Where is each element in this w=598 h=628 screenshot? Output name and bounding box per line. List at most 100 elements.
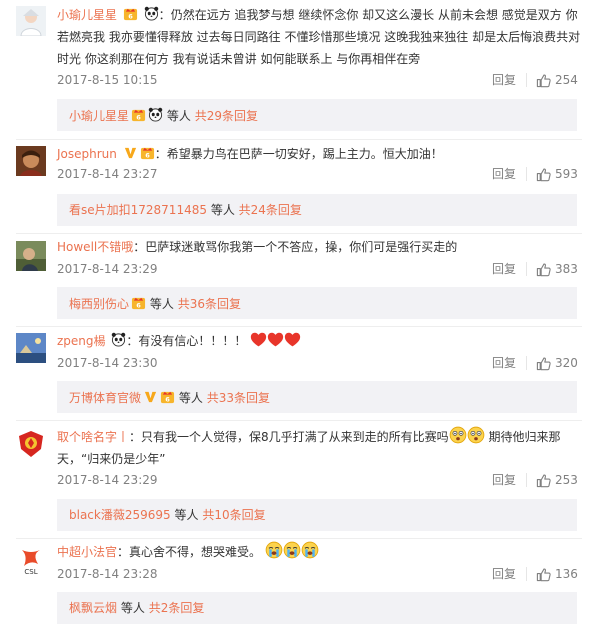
sub-reply-others: 等人 [149,297,174,311]
cry-emoji [283,541,301,559]
avatar[interactable] [16,146,46,176]
comment-separator: ： [133,240,146,254]
sub-reply-count[interactable]: 共2条回复 [149,601,205,615]
comment-text: 希望暴力鸟在巴萨一切安好，踢上主力。恒大加油！ [166,147,443,161]
comment-divider [16,420,582,421]
reply-button[interactable]: 回复 [492,72,516,88]
comment-body: Josephrun ：希望暴力鸟在巴萨一切安好，踢上主力。恒大加油！ [57,143,582,165]
like-button[interactable]: 593 [536,166,578,182]
like-button[interactable]: 320 [536,355,578,371]
comment-text: 巴萨球迷敢骂你我第一个不答应，操，你们可是强行买走的 [145,240,458,254]
sub-replies[interactable]: 小瑜儿星星 等人 共29条回复 [57,99,577,131]
comment-text: 有没有信心！！！！ [138,334,247,348]
cry-emoji [265,541,283,559]
like-count: 253 [555,473,578,487]
sub-reply-others: 等人 [210,203,235,217]
comment-separator: ： [126,334,139,348]
comment-body: 小瑜儿星星 ：仍然在远方 追我梦与想 继续怀念你 却又这么漫长 从前未会想 感觉… [57,4,582,70]
sub-reply-user[interactable]: black潘薇259695 [69,508,171,522]
comment-username[interactable]: 小瑜儿星星 [57,8,117,22]
vip-badge-icon[interactable] [123,6,138,21]
verified-v-icon[interactable] [123,145,138,160]
sub-replies[interactable]: 枫飘云烟 等人 共2条回复 [57,592,577,624]
comment-divider [16,233,582,234]
comment-body: 中超小法官：真心舍不得，想哭难受。 [57,541,582,563]
heart-emoji [267,331,284,348]
like-count: 136 [555,567,578,581]
comment-body: Howell不错哦：巴萨球迷敢骂你我第一个不答应，操，你们可是强行买走的 [57,236,582,258]
like-button[interactable]: 253 [536,472,578,488]
like-button[interactable]: 383 [536,261,578,277]
sub-reply-user[interactable]: 小瑜儿星星 [69,109,129,123]
vip-badge-icon[interactable] [140,145,155,160]
sub-replies[interactable]: 梅西别伤心 等人 共36条回复 [57,287,577,319]
like-button[interactable]: 136 [536,566,578,582]
comment-time: 2017-8-14 23:29 [57,262,158,276]
avatar[interactable] [16,241,46,271]
comment-username[interactable]: Josephrun [57,147,117,161]
reply-button[interactable]: 回复 [492,261,516,277]
panda-emoji [111,332,126,347]
sub-reply-count[interactable]: 共36条回复 [178,297,241,311]
avatar[interactable] [16,429,46,459]
action-divider [526,356,527,370]
sub-replies[interactable]: black潘薇259695 等人 共10条回复 [57,499,577,531]
cry-emoji [301,541,319,559]
sub-reply-count[interactable]: 共29条回复 [195,109,258,123]
comment-time: 2017-8-14 23:28 [57,567,158,581]
verified-v-icon [143,389,158,404]
sub-reply-others: 等人 [174,508,199,522]
sub-reply-user[interactable]: 万博体育官微 [69,391,141,405]
panda-emoji [144,6,159,21]
sub-replies[interactable]: 万博体育官微 等人 共33条回复 [57,381,577,413]
thumb-up-icon [536,567,551,582]
sub-replies[interactable]: 看se片加扣1728711485 等人 共24条回复 [57,194,577,226]
avatar[interactable]: CSL [16,546,46,576]
thumb-up-icon [536,167,551,182]
action-divider [526,567,527,581]
thumb-up-icon [536,73,551,88]
vip-badge-icon [160,389,175,404]
heart-emoji [284,331,301,348]
comment-username[interactable]: 中超小法官 [57,545,117,559]
sub-reply-user[interactable]: 看se片加扣1728711485 [69,203,207,217]
avatar[interactable] [16,6,46,36]
comment-body: zpeng楊 ：有没有信心！！！！ [57,330,582,352]
comment-username[interactable]: zpeng楊 [57,334,106,348]
like-count: 593 [555,167,578,181]
like-button[interactable]: 254 [536,72,578,88]
sub-reply-user[interactable]: 枫飘云烟 [69,601,117,615]
thumb-up-icon [536,356,551,371]
comment-time: 2017-8-14 23:27 [57,167,158,181]
thumb-up-icon [536,473,551,488]
reply-button[interactable]: 回复 [492,166,516,182]
avatar[interactable] [16,333,46,363]
vip-badge-icon [131,295,146,310]
shock-emoji [449,426,467,444]
thumb-up-icon [536,262,551,277]
comment-separator: ： [154,147,167,161]
sub-reply-count[interactable]: 共33条回复 [207,391,270,405]
sub-reply-count[interactable]: 共10条回复 [202,508,265,522]
comment-separator: ： [129,430,142,444]
shock-emoji [467,426,485,444]
reply-button[interactable]: 回复 [492,355,516,371]
like-count: 320 [555,356,578,370]
reply-button[interactable]: 回复 [492,472,516,488]
vip-badge-icon [131,107,146,122]
comment-separator: ： [117,545,130,559]
comment-username[interactable]: 取个啥名字丨 [57,430,129,444]
comment-time: 2017-8-14 23:30 [57,356,158,370]
comment-divider [16,538,582,539]
comment-text: 真心舍不得，想哭难受。 [129,545,262,559]
comment-body: 取个啥名字丨：只有我一个人觉得，保8几乎打满了从来到走的所有比赛吗 期待他归来那… [57,426,582,470]
reply-button[interactable]: 回复 [492,566,516,582]
sub-reply-user[interactable]: 梅西别伤心 [69,297,129,311]
sub-reply-count[interactable]: 共24条回复 [239,203,302,217]
comment-divider [16,139,582,140]
comment-username[interactable]: Howell不错哦 [57,240,133,254]
comment-divider [16,326,582,327]
heart-emoji [250,331,267,348]
svg-text:CSL: CSL [24,568,37,576]
like-count: 383 [555,262,578,276]
